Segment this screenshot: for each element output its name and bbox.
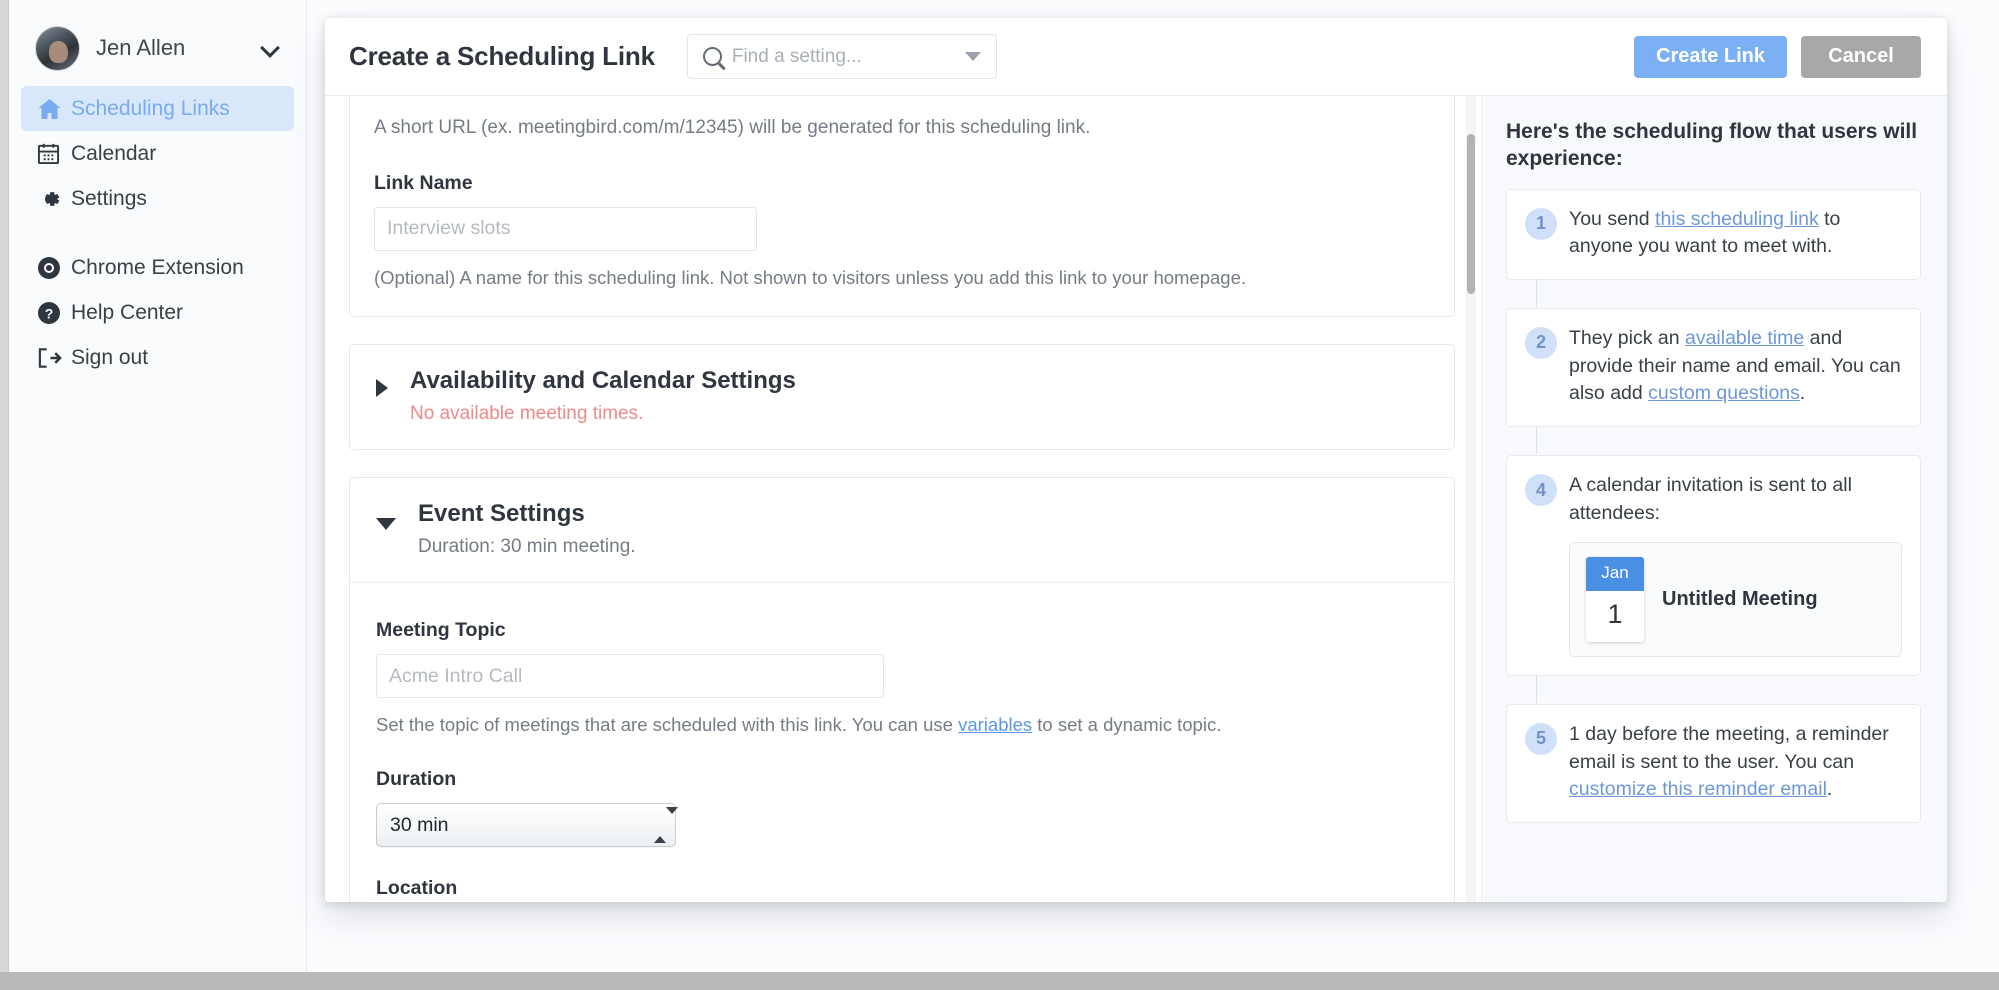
page-title: Create a Scheduling Link — [349, 41, 655, 71]
form-scrollbar-thumb[interactable] — [1467, 134, 1475, 294]
profile-menu[interactable]: Jen Allen — [9, 18, 306, 78]
flow-step: 1 You send this scheduling link to anyon… — [1506, 188, 1921, 308]
event-settings-card: Event Settings Duration: 30 min meeting.… — [349, 477, 1455, 902]
step-text: 1 day before the meeting, a reminder ema… — [1569, 721, 1902, 804]
step-text-part: . — [1799, 382, 1806, 405]
flow-step: 4 A calendar invitation is sent to all a… — [1506, 455, 1921, 703]
sidebar-item-label: Sign out — [71, 345, 149, 369]
meeting-topic-note-post: to set a dynamic topic. — [1032, 714, 1222, 736]
settings-form-scroll: A short URL (ex. meetingbird.com/m/12345… — [325, 96, 1481, 902]
profile-name: Jen Allen — [96, 35, 186, 60]
flow-step: 2 They pick an available time and provid… — [1506, 307, 1921, 455]
nav-divider-gap — [21, 221, 294, 245]
flow-step: 5 1 day before the meeting, a reminder e… — [1506, 703, 1921, 823]
sidebar-item-label: Calendar — [71, 141, 157, 165]
step-text: A calendar invitation is sent to all att… — [1569, 472, 1902, 657]
sidebar-item-sign-out[interactable]: Sign out — [21, 335, 294, 380]
flow-heading: Here's the scheduling flow that users wi… — [1506, 120, 1918, 171]
sidebar-item-help-center[interactable]: ? Help Center — [21, 290, 294, 335]
duration-value: 30 min — [390, 813, 449, 836]
step-text-part: . — [1826, 778, 1833, 801]
triangle-right-icon[interactable] — [376, 379, 388, 398]
duration-label: Duration — [376, 768, 457, 791]
triangle-down-icon[interactable] — [376, 518, 396, 531]
app-window: Jen Allen Scheduling Links Calendar Sett… — [8, 0, 1999, 972]
invite-title: Untitled Meeting — [1662, 588, 1818, 611]
step-text-part: A calendar invitation is sent to all att… — [1569, 474, 1852, 524]
sidebar-item-label: Help Center — [71, 300, 184, 324]
step-number-badge: 1 — [1525, 207, 1557, 240]
available-time-link[interactable]: available time — [1685, 327, 1804, 349]
svg-text:?: ? — [45, 305, 54, 321]
duration-select[interactable]: 30 min — [376, 803, 678, 848]
search-icon — [702, 47, 722, 66]
step-text-part: 1 day before the meeting, a reminder ema… — [1569, 722, 1889, 773]
link-name-input[interactable]: Interview slots — [374, 206, 757, 251]
chevron-down-icon[interactable] — [964, 52, 981, 61]
chrome-icon — [37, 256, 71, 280]
availability-accordion-header[interactable]: Availability and Calendar Settings No av… — [350, 345, 1454, 449]
calendar-day-label: 1 — [1586, 590, 1644, 642]
sidebar-item-label: Scheduling Links — [71, 96, 230, 120]
step-text: You send this scheduling link to anyone … — [1569, 206, 1902, 261]
customize-reminder-email-link[interactable]: customize this reminder email — [1569, 778, 1827, 800]
availability-title: Availability and Calendar Settings — [410, 367, 796, 395]
sidebar: Jen Allen Scheduling Links Calendar Sett… — [9, 0, 307, 972]
step-number-badge: 2 — [1525, 326, 1557, 359]
link-details-card: A short URL (ex. meetingbird.com/m/12345… — [349, 96, 1455, 318]
availability-subtitle: No available meeting times. — [410, 403, 644, 425]
calendar-month-label: Jan — [1586, 557, 1644, 591]
search-input[interactable]: Find a setting... — [686, 34, 997, 79]
step-text: They pick an available time and provide … — [1569, 325, 1902, 408]
settings-form-column: A short URL (ex. meetingbird.com/m/12345… — [325, 96, 1482, 902]
meeting-topic-note: Set the topic of meetings that are sched… — [376, 712, 1430, 738]
sidebar-item-calendar[interactable]: Calendar — [21, 131, 294, 176]
meeting-topic-input[interactable]: Acme Intro Call — [376, 654, 884, 699]
short-url-note: A short URL (ex. meetingbird.com/m/12345… — [374, 117, 1091, 138]
link-name-label: Link Name — [374, 171, 473, 194]
event-settings-title: Event Settings — [418, 500, 585, 528]
this-scheduling-link-link[interactable]: this scheduling link — [1655, 208, 1819, 230]
create-scheduling-link-modal: Create a Scheduling Link Find a setting.… — [325, 18, 1947, 902]
link-name-note: (Optional) A name for this scheduling li… — [374, 266, 1247, 288]
step-number-badge: 4 — [1525, 474, 1557, 507]
variables-link[interactable]: variables — [958, 714, 1032, 735]
sidebar-item-label: Chrome Extension — [71, 255, 244, 279]
location-label: Location — [376, 877, 458, 900]
scheduling-flow-panel: Here's the scheduling flow that users wi… — [1482, 96, 1947, 902]
create-link-button[interactable]: Create Link — [1634, 35, 1787, 78]
sign-out-icon — [37, 347, 71, 369]
calendar-icon — [37, 142, 71, 165]
sidebar-item-scheduling-links[interactable]: Scheduling Links — [21, 86, 294, 131]
event-accordion-header[interactable]: Event Settings Duration: 30 min meeting. — [350, 478, 1454, 582]
event-settings-subtitle: Duration: 30 min meeting. — [418, 536, 636, 558]
stepper-arrows-icon — [654, 806, 678, 843]
meeting-topic-label: Meeting Topic — [376, 619, 506, 642]
step-number-badge: 5 — [1525, 722, 1557, 755]
event-settings-body: Meeting Topic Acme Intro Call Set the to… — [350, 582, 1454, 902]
cancel-button[interactable]: Cancel — [1801, 35, 1921, 78]
sidebar-nav: Scheduling Links Calendar Settings Chrom… — [9, 86, 306, 380]
modal-body: A short URL (ex. meetingbird.com/m/12345… — [325, 96, 1947, 902]
avatar — [35, 25, 80, 71]
step-text-part: You send — [1569, 207, 1656, 230]
calendar-invite-preview: Jan 1 Untitled Meeting — [1569, 542, 1902, 657]
sidebar-item-chrome-extension[interactable]: Chrome Extension — [21, 245, 294, 290]
calendar-date-chip: Jan 1 — [1586, 557, 1644, 642]
form-scrollbar[interactable] — [1466, 96, 1476, 902]
sidebar-item-label: Settings — [71, 186, 147, 210]
modal-header: Create a Scheduling Link Find a setting.… — [325, 18, 1947, 96]
availability-settings-card: Availability and Calendar Settings No av… — [349, 344, 1455, 451]
search-placeholder: Find a setting... — [731, 45, 862, 67]
gear-icon — [37, 187, 71, 211]
step-text-part: They pick an — [1569, 326, 1685, 349]
home-icon — [37, 98, 71, 120]
chevron-down-icon[interactable] — [262, 39, 280, 57]
desktop-bottom-bar — [0, 972, 1999, 990]
custom-questions-link[interactable]: custom questions — [1648, 382, 1800, 404]
meeting-topic-note-pre: Set the topic of meetings that are sched… — [376, 714, 959, 736]
question-circle-icon: ? — [37, 301, 71, 325]
sidebar-item-settings[interactable]: Settings — [21, 176, 294, 221]
